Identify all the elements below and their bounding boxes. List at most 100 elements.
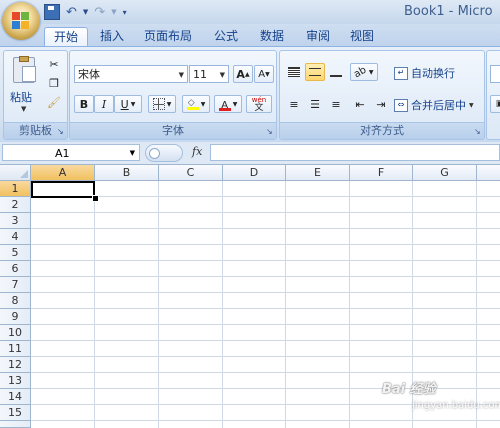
- row-header-partial[interactable]: [0, 421, 31, 428]
- row-header[interactable]: 15: [0, 405, 31, 421]
- formula-bar-expander[interactable]: [145, 144, 183, 162]
- font-name-box[interactable]: 宋体 ▼: [74, 65, 188, 83]
- font-size-dropdown-icon[interactable]: ▼: [220, 66, 225, 84]
- copy-icon[interactable]: ❐: [44, 74, 64, 92]
- row-header[interactable]: 5: [0, 245, 31, 261]
- save-icon[interactable]: [44, 4, 60, 20]
- formula-bar: A1 ▼ fx: [0, 142, 500, 165]
- ribbon: 粘贴 ▼ ✂ ❐ 🖌 剪贴板 ↘ 宋体 ▼ 11 ▼ A ▲ A ▼ B I U ▼ …: [0, 46, 500, 143]
- clipboard-launcher-icon[interactable]: ↘: [57, 128, 65, 136]
- alignment-launcher-icon[interactable]: ↘: [474, 128, 482, 136]
- orientation-button[interactable]: ab ▼: [350, 63, 378, 81]
- row-header[interactable]: 11: [0, 341, 31, 357]
- tab-review[interactable]: 审阅: [300, 27, 336, 46]
- font-color-button[interactable]: A ▼: [214, 95, 242, 113]
- font-launcher-icon[interactable]: ↘: [266, 128, 274, 136]
- row-header[interactable]: 9: [0, 309, 31, 325]
- column-header-c[interactable]: C: [159, 165, 223, 181]
- row-header[interactable]: 7: [0, 277, 31, 293]
- format-painter-icon[interactable]: 🖌: [44, 93, 64, 111]
- row-header[interactable]: 10: [0, 325, 31, 341]
- gridline: [349, 181, 350, 428]
- column-header-g[interactable]: G: [413, 165, 477, 181]
- redo-icon[interactable]: ↷: [94, 5, 105, 20]
- row-header[interactable]: 1: [0, 181, 31, 197]
- row-header[interactable]: 3: [0, 213, 31, 229]
- column-header-e[interactable]: E: [286, 165, 350, 181]
- align-bottom-icon[interactable]: [326, 63, 346, 81]
- fill-color-button[interactable]: ◇ ▼: [182, 95, 210, 113]
- borders-button[interactable]: ▼: [148, 95, 176, 113]
- row-header[interactable]: 2: [0, 197, 31, 213]
- column-header-d[interactable]: D: [223, 165, 286, 181]
- alignment-group: ab ▼ ≡ ☰ ≡ ⇤ ⇥ ↵ 自动换行 ⇔ 合并后居中 ▼ 对齐方式 ↘: [279, 50, 485, 140]
- row-header[interactable]: 8: [0, 293, 31, 309]
- underline-label: U: [120, 97, 129, 111]
- gridline: [222, 181, 223, 428]
- merge-center-dropdown-icon[interactable]: ▼: [469, 102, 474, 109]
- wrap-text-icon: ↵: [394, 66, 408, 80]
- column-header-h-partial[interactable]: [477, 165, 500, 181]
- column-header-b[interactable]: B: [95, 165, 159, 181]
- bold-button[interactable]: B: [74, 95, 94, 113]
- font-color-icon: A: [218, 98, 231, 111]
- gridline: [285, 181, 286, 428]
- align-center-icon[interactable]: ☰: [305, 95, 325, 113]
- increase-indent-icon[interactable]: ⇥: [371, 95, 391, 113]
- wrap-text-button[interactable]: ↵ 自动换行: [394, 64, 455, 82]
- column-header-f[interactable]: F: [350, 165, 413, 181]
- row-header[interactable]: 12: [0, 357, 31, 373]
- cut-icon[interactable]: ✂: [44, 55, 64, 73]
- font-size-box[interactable]: 11 ▼: [189, 65, 229, 83]
- merge-center-icon: ⇔: [394, 98, 408, 112]
- decrease-indent-icon[interactable]: ⇤: [350, 95, 370, 113]
- row-header[interactable]: 6: [0, 261, 31, 277]
- underline-button[interactable]: U ▼: [114, 95, 142, 113]
- tab-page-layout[interactable]: 页面布局: [140, 27, 196, 46]
- paste-button[interactable]: 粘贴 ▼: [8, 55, 40, 119]
- tab-view[interactable]: 视图: [344, 27, 380, 46]
- number-format-icon[interactable]: ▣: [490, 95, 500, 113]
- bold-label: B: [79, 97, 89, 111]
- name-box-dropdown-icon[interactable]: ▼: [130, 145, 135, 162]
- italic-button[interactable]: I: [94, 95, 114, 113]
- tab-home[interactable]: 开始: [44, 27, 88, 47]
- merge-center-label: 合并后居中: [411, 99, 466, 112]
- row-header[interactable]: 4: [0, 229, 31, 245]
- font-name-dropdown-icon[interactable]: ▼: [179, 66, 184, 84]
- quick-access-toolbar: ↶ ▼ ↷ ▼ ▾: [44, 4, 127, 20]
- insert-function-button[interactable]: fx: [192, 145, 202, 158]
- align-middle-icon[interactable]: [305, 63, 325, 81]
- paste-label: 粘贴: [10, 91, 32, 104]
- select-all-corner[interactable]: [0, 165, 31, 181]
- formula-input[interactable]: [210, 144, 500, 161]
- font-group: 宋体 ▼ 11 ▼ A ▲ A ▼ B I U ▼ ▼ ◇ ▼ A ▼ wén …: [69, 50, 277, 140]
- align-right-icon[interactable]: ≡: [326, 95, 346, 113]
- gridline: [94, 181, 95, 428]
- align-left-icon[interactable]: ≡: [284, 95, 304, 113]
- customize-qat-icon[interactable]: ▾: [123, 8, 127, 17]
- tab-data[interactable]: 数据: [254, 27, 290, 46]
- active-cell-a1[interactable]: [31, 181, 95, 198]
- shrink-font-label: A: [258, 68, 266, 80]
- align-top-icon[interactable]: [284, 63, 304, 81]
- phonetic-guide-button[interactable]: wén 文: [246, 95, 272, 113]
- font-group-label: 字体: [70, 122, 276, 139]
- office-button[interactable]: [2, 2, 40, 40]
- grow-font-button[interactable]: A ▲: [233, 65, 253, 83]
- merge-center-button[interactable]: ⇔ 合并后居中 ▼: [394, 96, 474, 114]
- tab-formulas[interactable]: 公式: [208, 27, 244, 46]
- name-box[interactable]: A1 ▼: [2, 144, 140, 161]
- fill-color-icon: ◇: [186, 98, 199, 110]
- undo-icon[interactable]: ↶: [66, 5, 77, 20]
- redo-dropdown-icon[interactable]: ▼: [111, 8, 116, 16]
- row-header[interactable]: 13: [0, 373, 31, 389]
- undo-dropdown-icon[interactable]: ▼: [83, 8, 88, 16]
- tab-insert[interactable]: 插入: [92, 27, 132, 46]
- column-header-a[interactable]: A: [31, 165, 95, 181]
- number-format-box[interactable]: [490, 65, 500, 83]
- fill-handle[interactable]: [92, 195, 99, 202]
- row-header[interactable]: 14: [0, 389, 31, 405]
- shrink-font-button[interactable]: A ▼: [254, 65, 274, 83]
- gridline: [31, 244, 500, 245]
